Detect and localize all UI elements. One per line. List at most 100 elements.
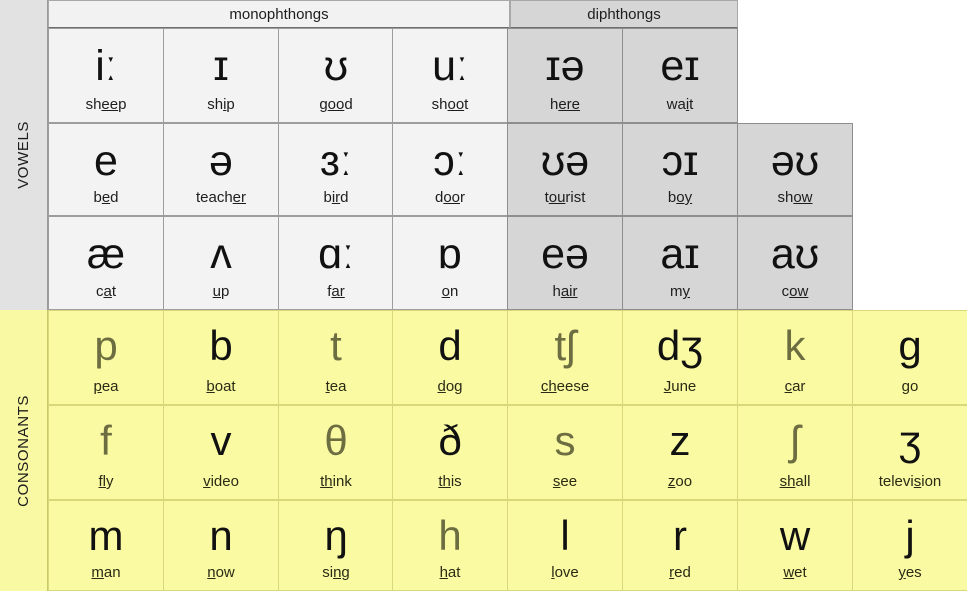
header-diphthongs: diphthongs [510, 0, 738, 28]
consonants-cell[interactable]: ŋ sing [278, 500, 394, 591]
vowels-cell[interactable]: e bed [48, 123, 164, 216]
example-word: yes [898, 564, 922, 581]
example-word: hair [552, 283, 578, 300]
consonants-cell[interactable]: j yes [852, 500, 967, 591]
consonants-cell[interactable]: r red [622, 500, 738, 591]
consonants-cell[interactable]: tʃ cheese [507, 310, 623, 405]
phoneme-symbol: ʊə [540, 137, 590, 185]
consonants-cell[interactable]: z zoo [622, 405, 738, 500]
sidebar-consonants-label: CONSONANTS [15, 394, 32, 507]
phoneme-symbol: uː [432, 42, 468, 90]
vowels-cell[interactable]: ʊ good [278, 28, 394, 123]
vowels-cell[interactable]: ɔɪ boy [622, 123, 738, 216]
phonemic-chart: VOWELS CONSONANTS monophthongs diphthong… [0, 0, 967, 591]
consonants-cell[interactable]: t tea [278, 310, 394, 405]
phoneme-symbol: eə [541, 230, 589, 278]
phoneme-symbol: m [88, 512, 124, 559]
example-word: now [207, 564, 235, 581]
consonants-cell[interactable]: ʃ shall [737, 405, 853, 500]
sidebar-consonants: CONSONANTS [0, 310, 48, 591]
example-word: red [669, 564, 691, 581]
vowels-cell[interactable]: ə teacher [163, 123, 279, 216]
consonants-cell[interactable]: v video [163, 405, 279, 500]
phoneme-symbol: ɪə [545, 42, 585, 90]
vowels-cell[interactable]: əʊ show [737, 123, 853, 216]
consonants-cell[interactable]: f fly [48, 405, 164, 500]
consonants-cell[interactable]: g go [852, 310, 967, 405]
phoneme-symbol: v [210, 417, 232, 464]
example-word: think [320, 473, 352, 490]
example-word: car [784, 378, 806, 395]
example-word: shoot [431, 96, 469, 113]
example-word: sing [322, 564, 350, 581]
example-word: boy [667, 189, 693, 206]
phoneme-symbol: ʌ [210, 230, 232, 278]
phoneme-symbol: d [438, 322, 462, 369]
consonants-cell[interactable]: m man [48, 500, 164, 591]
phoneme-symbol: h [438, 512, 462, 559]
sidebar-vowels: VOWELS [0, 0, 48, 310]
example-word: show [777, 189, 813, 206]
example-word: good [319, 96, 353, 113]
vowels-cell[interactable]: ɒ on [392, 216, 508, 310]
vowels-cell[interactable]: æ cat [48, 216, 164, 310]
vowels-cell[interactable]: eə hair [507, 216, 623, 310]
consonants-cell[interactable]: s see [507, 405, 623, 500]
phoneme-symbol: tʃ [554, 322, 576, 369]
consonants-cell[interactable]: p pea [48, 310, 164, 405]
example-word: dog [437, 378, 463, 395]
vowels-cell[interactable]: ɑː far [278, 216, 394, 310]
phoneme-symbol: p [94, 322, 118, 369]
vowels-cell[interactable]: uː shoot [392, 28, 508, 123]
example-word: here [549, 96, 581, 113]
example-word: bed [93, 189, 119, 206]
phoneme-symbol: ɔː [433, 137, 467, 185]
phoneme-symbol: f [100, 417, 112, 464]
consonants-cell[interactable]: ð this [392, 405, 508, 500]
vowels-cell[interactable]: eɪ wait [622, 28, 738, 123]
consonants-cell[interactable]: d dog [392, 310, 508, 405]
vowels-cell[interactable]: ɔː door [392, 123, 508, 216]
phoneme-symbol: ɒ [438, 230, 462, 278]
phoneme-symbol: aʊ [770, 230, 820, 278]
example-word: bird [323, 189, 349, 206]
phoneme-symbol: ð [438, 417, 462, 464]
consonants-cell[interactable]: k car [737, 310, 853, 405]
phoneme-symbol: ɜː [320, 137, 352, 185]
consonants-cell[interactable]: w wet [737, 500, 853, 591]
phoneme-symbol: l [560, 512, 570, 559]
consonants-cell[interactable]: dʒ June [622, 310, 738, 405]
example-word: this [438, 473, 462, 490]
vowels-cell[interactable]: ʊə tourist [507, 123, 623, 216]
phoneme-symbol: b [209, 322, 233, 369]
phoneme-symbol: r [673, 512, 687, 559]
vowels-cell[interactable]: ɪə here [507, 28, 623, 123]
example-word: love [551, 564, 579, 581]
vowels-cell[interactable]: ɜː bird [278, 123, 394, 216]
vowels-cell[interactable]: ɪ ship [163, 28, 279, 123]
phoneme-symbol: ʒ [898, 417, 922, 464]
consonants-cell[interactable]: b boat [163, 310, 279, 405]
example-word: fly [98, 473, 114, 490]
phoneme-symbol: ʊ [323, 42, 349, 90]
consonants-cell[interactable]: h hat [392, 500, 508, 591]
vowels-cell[interactable]: aʊ cow [737, 216, 853, 310]
consonants-cell[interactable]: n now [163, 500, 279, 591]
example-word: tourist [544, 189, 586, 206]
consonants-cell[interactable]: l love [507, 500, 623, 591]
phoneme-symbol: e [94, 137, 118, 185]
consonants-cell[interactable]: θ think [278, 405, 394, 500]
vowels-cell[interactable]: ʌ up [163, 216, 279, 310]
phoneme-symbol: z [669, 417, 691, 464]
vowels-cell[interactable]: iː sheep [48, 28, 164, 123]
example-word: boat [206, 378, 236, 395]
consonants-cell[interactable]: ʒ television [852, 405, 967, 500]
header-monophthongs: monophthongs [48, 0, 510, 28]
vowels-cell[interactable]: aɪ my [622, 216, 738, 310]
example-word: my [670, 283, 690, 300]
example-word: man [91, 564, 121, 581]
example-word: teacher [195, 189, 247, 206]
example-word: see [552, 473, 578, 490]
example-word: cow [781, 283, 809, 300]
phoneme-symbol: əʊ [770, 137, 820, 185]
